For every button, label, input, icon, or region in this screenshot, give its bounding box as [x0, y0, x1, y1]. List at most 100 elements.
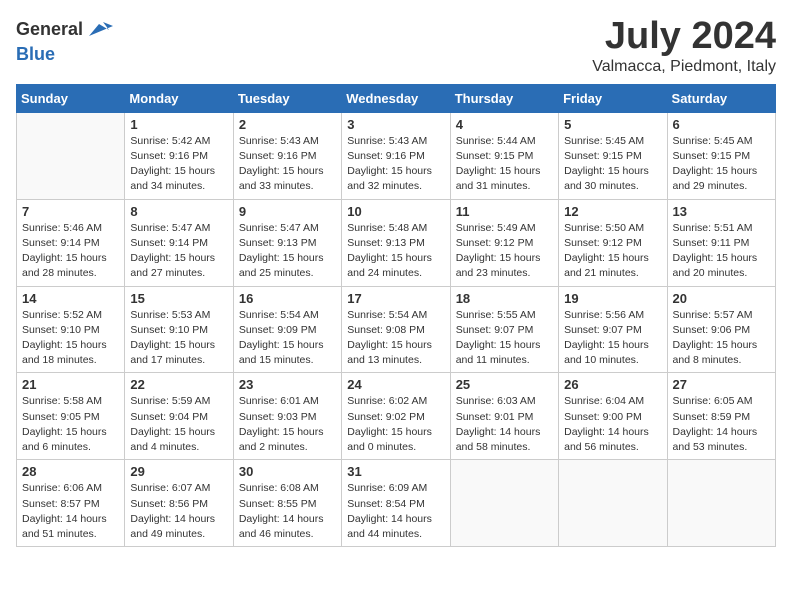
calendar-cell: 23Sunrise: 6:01 AMSunset: 9:03 PMDayligh…	[233, 373, 341, 460]
logo-blue: Blue	[16, 44, 55, 64]
day-number: 12	[564, 204, 661, 219]
day-info: Sunrise: 6:02 AMSunset: 9:02 PMDaylight:…	[347, 394, 444, 455]
calendar-cell	[17, 112, 125, 199]
calendar-cell: 29 Sunrise: 6:07 AMSunset: 8:56 PMDayligh…	[125, 460, 233, 547]
weekday-header-row: SundayMondayTuesdayWednesdayThursdayFrid…	[17, 84, 776, 112]
day-number: 31	[347, 464, 444, 479]
sunrise-text: Sunrise: 5:51 AM	[673, 222, 753, 234]
sunset-text: Sunset: 9:06 PM	[673, 324, 751, 336]
sunrise-text: Sunrise: 5:43 AM	[239, 135, 319, 147]
sunset-text: Sunset: 9:03 PM	[239, 411, 317, 423]
page-header: General Blue July 2024 Valmacca, Piedmon…	[16, 16, 776, 76]
sunset-text: Sunset: 8:56 PM	[130, 498, 208, 510]
calendar-cell	[450, 460, 558, 547]
sunrise-text: Sunrise: 6:06 AM	[22, 482, 102, 494]
title-block: July 2024 Valmacca, Piedmont, Italy	[592, 16, 776, 76]
sunset-text: Sunset: 9:11 PM	[673, 237, 750, 249]
sunset-text: Sunset: 9:16 PM	[239, 150, 317, 162]
sunset-text: Sunset: 9:15 PM	[564, 150, 642, 162]
day-number: 13	[673, 204, 770, 219]
day-info: Sunrise: 5:54 AMSunset: 9:09 PMDaylight:…	[239, 308, 336, 369]
calendar-cell: 9Sunrise: 5:47 AMSunset: 9:13 PMDaylight…	[233, 199, 341, 286]
sunset-text: Sunset: 8:54 PM	[347, 498, 425, 510]
daylight-text: Daylight: 15 hours and 10 minutes.	[564, 339, 649, 366]
day-number: 26	[564, 377, 661, 392]
day-info: Sunrise: 6:09 AMSunset: 8:54 PMDaylight:…	[347, 481, 444, 542]
daylight-text: Daylight: 15 hours and 20 minutes.	[673, 252, 758, 279]
sunrise-text: Sunrise: 5:59 AM	[130, 395, 210, 407]
daylight-text: Daylight: 14 hours and 49 minutes.	[130, 513, 215, 540]
sunset-text: Sunset: 9:14 PM	[130, 237, 208, 249]
sunrise-text: Sunrise: 5:52 AM	[22, 309, 102, 321]
sunrise-text: Sunrise: 5:45 AM	[673, 135, 753, 147]
day-number: 20	[673, 291, 770, 306]
sunrise-text: Sunrise: 6:09 AM	[347, 482, 427, 494]
weekday-header-wednesday: Wednesday	[342, 84, 450, 112]
sunset-text: Sunset: 9:07 PM	[564, 324, 642, 336]
day-info: Sunrise: 5:57 AMSunset: 9:06 PMDaylight:…	[673, 308, 770, 369]
week-row-3: 14Sunrise: 5:52 AMSunset: 9:10 PMDayligh…	[17, 286, 776, 373]
calendar-cell: 8Sunrise: 5:47 AMSunset: 9:14 PMDaylight…	[125, 199, 233, 286]
day-info: Sunrise: 5:49 AMSunset: 9:12 PMDaylight:…	[456, 221, 553, 282]
sunrise-text: Sunrise: 5:58 AM	[22, 395, 102, 407]
sunset-text: Sunset: 9:07 PM	[456, 324, 534, 336]
calendar-cell	[667, 460, 775, 547]
weekday-header-monday: Monday	[125, 84, 233, 112]
day-number: 10	[347, 204, 444, 219]
daylight-text: Daylight: 15 hours and 11 minutes.	[456, 339, 541, 366]
day-number: 24	[347, 377, 444, 392]
logo-bird-icon	[85, 16, 113, 44]
calendar-cell: 3Sunrise: 5:43 AMSunset: 9:16 PMDaylight…	[342, 112, 450, 199]
day-info: Sunrise: 5:44 AMSunset: 9:15 PMDaylight:…	[456, 134, 553, 195]
calendar-cell: 7 Sunrise: 5:46 AMSunset: 9:14 PMDaylight…	[17, 199, 125, 286]
day-number: 14	[22, 291, 119, 306]
daylight-text: Daylight: 15 hours and 32 minutes.	[347, 165, 432, 192]
logo-general: General	[16, 19, 83, 39]
sunset-text: Sunset: 9:12 PM	[564, 237, 642, 249]
calendar-cell: 30Sunrise: 6:08 AMSunset: 8:55 PMDayligh…	[233, 460, 341, 547]
daylight-text: Daylight: 15 hours and 28 minutes.	[22, 252, 107, 279]
daylight-text: Daylight: 15 hours and 2 minutes.	[239, 426, 324, 453]
week-row-2: 7 Sunrise: 5:46 AMSunset: 9:14 PMDaylight…	[17, 199, 776, 286]
weekday-header-tuesday: Tuesday	[233, 84, 341, 112]
sunrise-text: Sunrise: 5:44 AM	[456, 135, 536, 147]
calendar-cell: 16 Sunrise: 5:54 AMSunset: 9:09 PMDayligh…	[233, 286, 341, 373]
calendar-cell: 31Sunrise: 6:09 AMSunset: 8:54 PMDayligh…	[342, 460, 450, 547]
day-number: 16	[239, 291, 336, 306]
calendar-cell: 24 Sunrise: 6:02 AMSunset: 9:02 PMDayligh…	[342, 373, 450, 460]
day-info: Sunrise: 5:46 AMSunset: 9:14 PMDaylight:…	[22, 221, 119, 282]
sunrise-text: Sunrise: 5:42 AM	[130, 135, 210, 147]
sunrise-text: Sunrise: 5:54 AM	[239, 309, 319, 321]
day-info: Sunrise: 5:59 AMSunset: 9:04 PMDaylight:…	[130, 394, 227, 455]
sunrise-text: Sunrise: 5:48 AM	[347, 222, 427, 234]
calendar-cell: 14Sunrise: 5:52 AMSunset: 9:10 PMDayligh…	[17, 286, 125, 373]
day-number: 19	[564, 291, 661, 306]
location: Valmacca, Piedmont, Italy	[592, 58, 776, 76]
calendar-cell: 10 Sunrise: 5:48 AMSunset: 9:13 PMDayligh…	[342, 199, 450, 286]
weekday-header-thursday: Thursday	[450, 84, 558, 112]
day-info: Sunrise: 5:48 AMSunset: 9:13 PMDaylight:…	[347, 221, 444, 282]
day-number: 7	[22, 204, 119, 219]
daylight-text: Daylight: 15 hours and 0 minutes.	[347, 426, 432, 453]
sunset-text: Sunset: 9:00 PM	[564, 411, 642, 423]
sunrise-text: Sunrise: 5:55 AM	[456, 309, 536, 321]
day-info: Sunrise: 6:07 AMSunset: 8:56 PMDaylight:…	[130, 481, 227, 542]
sunrise-text: Sunrise: 5:50 AM	[564, 222, 644, 234]
day-number: 28	[22, 464, 119, 479]
day-number: 29	[130, 464, 227, 479]
daylight-text: Daylight: 15 hours and 4 minutes.	[130, 426, 215, 453]
calendar-cell: 12Sunrise: 5:50 AMSunset: 9:12 PMDayligh…	[559, 199, 667, 286]
sunset-text: Sunset: 9:01 PM	[456, 411, 534, 423]
daylight-text: Daylight: 15 hours and 6 minutes.	[22, 426, 107, 453]
day-number: 1	[130, 117, 227, 132]
day-info: Sunrise: 5:43 AMSunset: 9:16 PMDaylight:…	[347, 134, 444, 195]
daylight-text: Daylight: 15 hours and 31 minutes.	[456, 165, 541, 192]
daylight-text: Daylight: 15 hours and 15 minutes.	[239, 339, 324, 366]
day-number: 22	[130, 377, 227, 392]
calendar-cell: 17Sunrise: 5:54 AMSunset: 9:08 PMDayligh…	[342, 286, 450, 373]
calendar-cell: 28Sunrise: 6:06 AMSunset: 8:57 PMDayligh…	[17, 460, 125, 547]
week-row-4: 21Sunrise: 5:58 AMSunset: 9:05 PMDayligh…	[17, 373, 776, 460]
calendar-cell: 2Sunrise: 5:43 AMSunset: 9:16 PMDaylight…	[233, 112, 341, 199]
day-number: 15	[130, 291, 227, 306]
sunrise-text: Sunrise: 5:45 AM	[564, 135, 644, 147]
